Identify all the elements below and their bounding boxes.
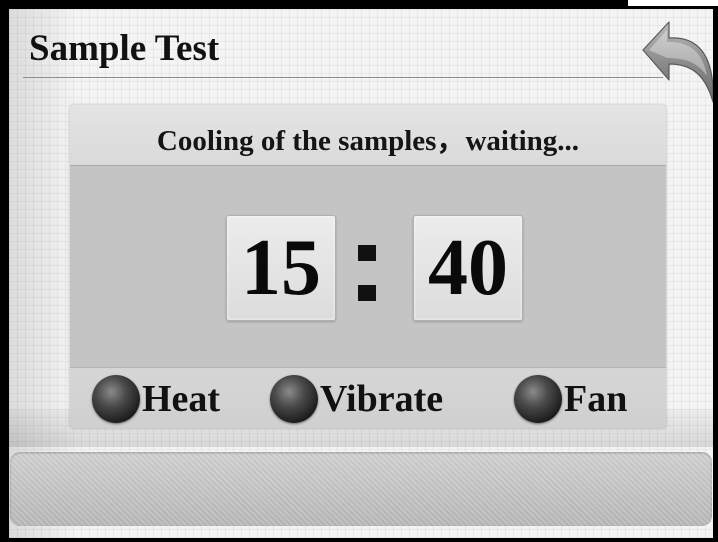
status-panel: Cooling of the samples，waiting... 15 40 … <box>70 105 666 428</box>
indicator-vibrate-label: Vibrate <box>320 377 444 420</box>
fan-led-icon <box>514 374 562 423</box>
status-bar: Cooling of the samples，waiting... <box>70 105 666 166</box>
timer-seconds-box: 40 <box>413 215 523 321</box>
back-arrow-icon <box>642 21 713 103</box>
vibrate-led-icon <box>270 374 318 423</box>
indicator-bar: Heat Vibrate Fan <box>70 367 666 428</box>
indicator-heat: Heat <box>92 368 220 428</box>
screen: Sample Test Cooling of the samples，waiti… <box>0 0 718 542</box>
indicator-fan-label: Fan <box>564 377 628 420</box>
screen-corner <box>628 0 718 6</box>
indicator-vibrate: Vibrate <box>270 368 443 428</box>
heat-led-icon <box>92 374 140 423</box>
timer-seconds: 40 <box>428 224 508 312</box>
timer-colon <box>355 245 381 305</box>
indicator-fan: Fan <box>514 368 627 428</box>
status-message: Cooling of the samples，waiting... <box>156 125 580 157</box>
indicator-heat-label: Heat <box>142 377 221 420</box>
message-bar <box>10 452 712 526</box>
timer-minutes: 15 <box>241 224 321 312</box>
back-button[interactable] <box>639 14 713 106</box>
title-divider <box>23 77 663 78</box>
page-title: Sample Test <box>29 28 220 69</box>
timer-minutes-box: 15 <box>226 215 336 321</box>
